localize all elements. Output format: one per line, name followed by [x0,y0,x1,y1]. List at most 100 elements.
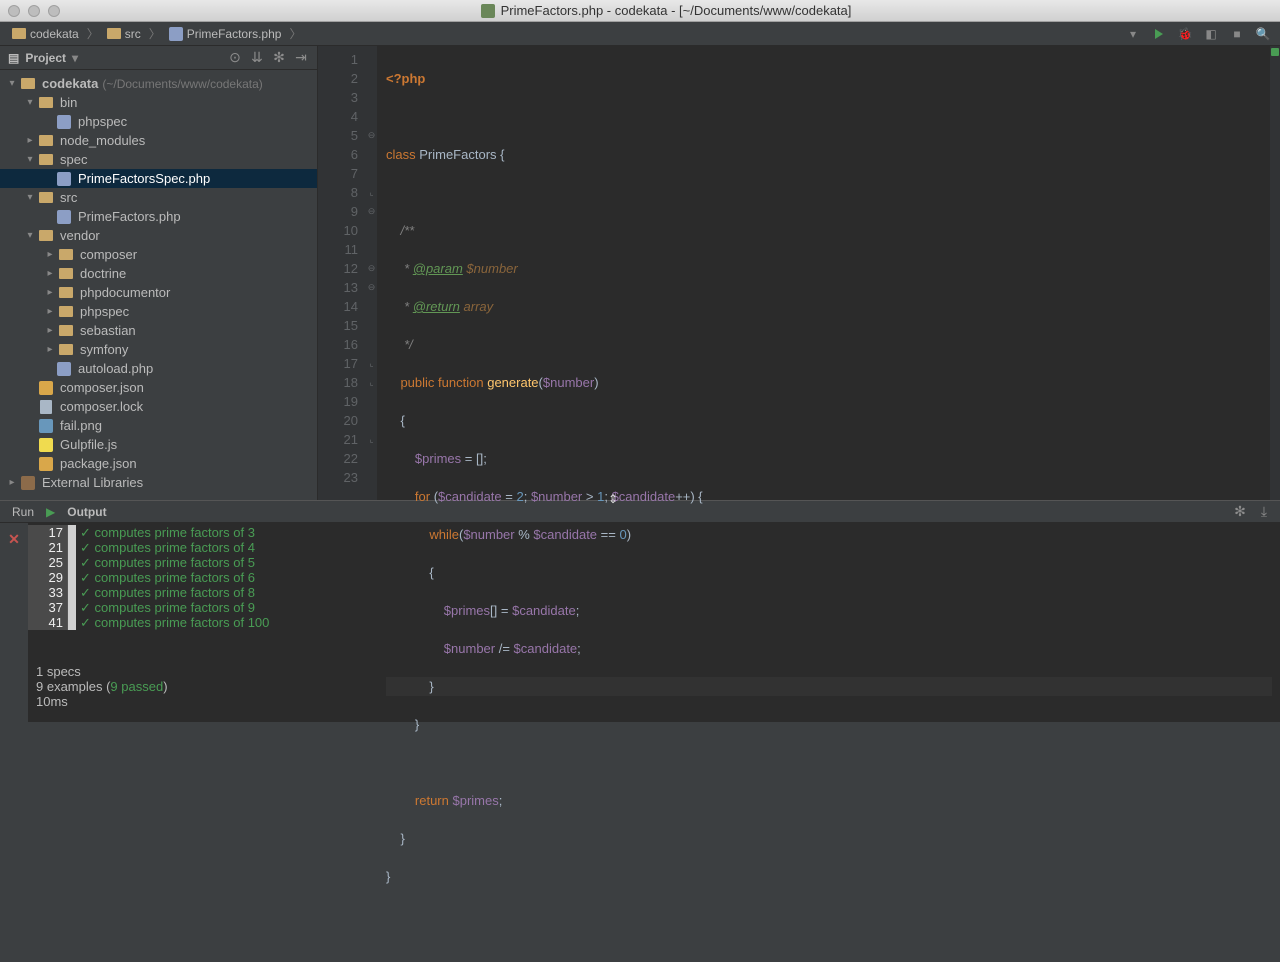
hide-icon[interactable]: ⇥ [293,50,309,66]
collapse-all-icon[interactable]: ⇊ [249,50,265,66]
line-number[interactable]: 10 [318,221,358,240]
tree-label: PrimeFactors.php [78,209,181,224]
dropdown-icon[interactable]: ▾ [72,51,78,65]
run-tab[interactable]: Run [8,503,38,521]
coverage-button[interactable]: ◧ [1202,25,1220,43]
fold-end-icon[interactable]: ⌞ [366,183,377,202]
debug-button[interactable]: 🐞 [1176,25,1194,43]
tree-folder[interactable]: ▸symfony [0,340,317,359]
line-number[interactable]: 7 [318,164,358,183]
expand-arrow-icon[interactable]: ▾ [6,78,18,90]
line-number[interactable]: 9 [318,202,358,221]
fold-end-icon[interactable]: ⌞ [366,430,377,449]
settings-icon[interactable]: ✻ [271,50,287,66]
breadcrumb-root[interactable]: codekata [8,25,83,43]
line-number[interactable]: 2 [318,69,358,88]
tree-folder-node-modules[interactable]: ▸ node_modules [0,131,317,150]
code-editor[interactable]: 1 2 3 4 5 6 7 8 9 10 11 12 13 14 15 16 1… [318,46,1280,500]
fold-end-icon[interactable]: ⌞ [366,354,377,373]
collapse-arrow-icon[interactable]: ▸ [6,477,18,489]
stop-button[interactable]: ■ [1228,25,1246,43]
close-window-button[interactable] [8,5,20,17]
tree-folder[interactable]: ▸phpspec [0,302,317,321]
editor-content[interactable]: <?php class PrimeFactors { /** * @param … [378,46,1280,500]
line-number[interactable]: 6 [318,145,358,164]
tree-root[interactable]: ▾ codekata(~/Documents/www/codekata) [0,74,317,93]
tree-folder-bin[interactable]: ▾bin [0,93,317,112]
fold-end-icon[interactable]: ⌞ [366,373,377,392]
collapse-arrow-icon[interactable]: ▸ [44,344,56,356]
tree-file[interactable]: phpspec [0,112,317,131]
line-number[interactable]: 15 [318,316,358,335]
tree-file[interactable]: Gulpfile.js [0,435,317,454]
line-number[interactable]: 4 [318,107,358,126]
breadcrumb-label: PrimeFactors.php [187,27,282,41]
line-number[interactable]: 5 [318,126,358,145]
line-number[interactable]: 14 [318,297,358,316]
tree-folder[interactable]: ▸ sebastian [0,321,317,340]
expand-arrow-icon[interactable]: ▾ [24,192,36,204]
collapse-arrow-icon[interactable]: ▸ [44,325,56,337]
breadcrumb-folder[interactable]: src [103,25,145,43]
run-button[interactable] [1150,25,1168,43]
collapse-arrow-icon[interactable]: ▸ [44,249,56,261]
line-number[interactable]: 11 [318,240,358,259]
tree-folder[interactable]: ▸ doctrine [0,264,317,283]
line-number[interactable]: 8 [318,183,358,202]
line-number[interactable]: 18 [318,373,358,392]
expand-arrow-icon[interactable]: ▾ [24,230,36,242]
collapse-arrow-icon[interactable]: ▸ [44,268,56,280]
tree-folder-vendor[interactable]: ▾vendor [0,226,317,245]
line-number[interactable]: 1 [318,50,358,69]
error-stripe[interactable] [1270,46,1280,500]
line-number[interactable]: 12 [318,259,358,278]
tree-folder[interactable]: ▸composer [0,245,317,264]
search-everywhere-button[interactable]: 🔍 [1254,25,1272,43]
collapse-arrow-icon[interactable]: ▸ [24,135,36,147]
tree-file[interactable]: package.json [0,454,317,473]
output-tab[interactable]: Output [63,503,110,521]
fold-icon[interactable]: ⊖ [366,259,377,278]
tree-file[interactable]: fail.png [0,416,317,435]
tree-file[interactable]: composer.lock [0,397,317,416]
line-number[interactable]: 16 [318,335,358,354]
minimize-window-button[interactable] [28,5,40,17]
fold-icon[interactable]: ⊖ [366,278,377,297]
tree-label: composer.json [60,380,144,395]
tree-external-libraries[interactable]: ▸External Libraries [0,473,317,492]
editor-gutter[interactable]: 1 2 3 4 5 6 7 8 9 10 11 12 13 14 15 16 1… [318,46,366,500]
locate-icon[interactable]: ⊙ [227,50,243,66]
tree-file-selected[interactable]: PrimeFactorsSpec.php [0,169,317,188]
project-tree[interactable]: ▾ codekata(~/Documents/www/codekata) ▾bi… [0,70,317,500]
tree-label: node_modules [60,133,145,148]
tree-file[interactable]: PrimeFactors.php [0,207,317,226]
tree-folder-src[interactable]: ▾src [0,188,317,207]
run-config-dropdown[interactable]: ▾ [1124,25,1142,43]
tree-file[interactable]: composer.json [0,378,317,397]
fold-icon[interactable]: ⊖ [366,202,377,221]
tree-label: doctrine [80,266,126,281]
fold-column[interactable]: ⊖ ⌞ ⊖ ⊖ ⊖ ⌞ ⌞ ⌞ [366,46,378,500]
tree-folder-spec[interactable]: ▾spec [0,150,317,169]
line-number[interactable]: 20 [318,411,358,430]
line-number[interactable]: 17 [318,354,358,373]
close-icon[interactable]: ✕ [8,531,20,548]
line-number[interactable]: 13 [318,278,358,297]
output-line-number: 33 [28,585,68,600]
line-number[interactable]: 21 [318,430,358,449]
line-number[interactable]: 19 [318,392,358,411]
expand-arrow-icon[interactable]: ▾ [24,97,36,109]
folder-icon [12,28,26,39]
tree-label: sebastian [80,323,136,338]
fold-icon[interactable]: ⊖ [366,126,377,145]
collapse-arrow-icon[interactable]: ▸ [44,287,56,299]
tree-file[interactable]: autoload.php [0,359,317,378]
line-number[interactable]: 22 [318,449,358,468]
line-number[interactable]: 23 [318,468,358,487]
breadcrumb-file[interactable]: PrimeFactors.php [165,25,286,43]
line-number[interactable]: 3 [318,88,358,107]
zoom-window-button[interactable] [48,5,60,17]
tree-folder[interactable]: ▸phpdocumentor [0,283,317,302]
collapse-arrow-icon[interactable]: ▸ [44,306,56,318]
expand-arrow-icon[interactable]: ▾ [24,154,36,166]
